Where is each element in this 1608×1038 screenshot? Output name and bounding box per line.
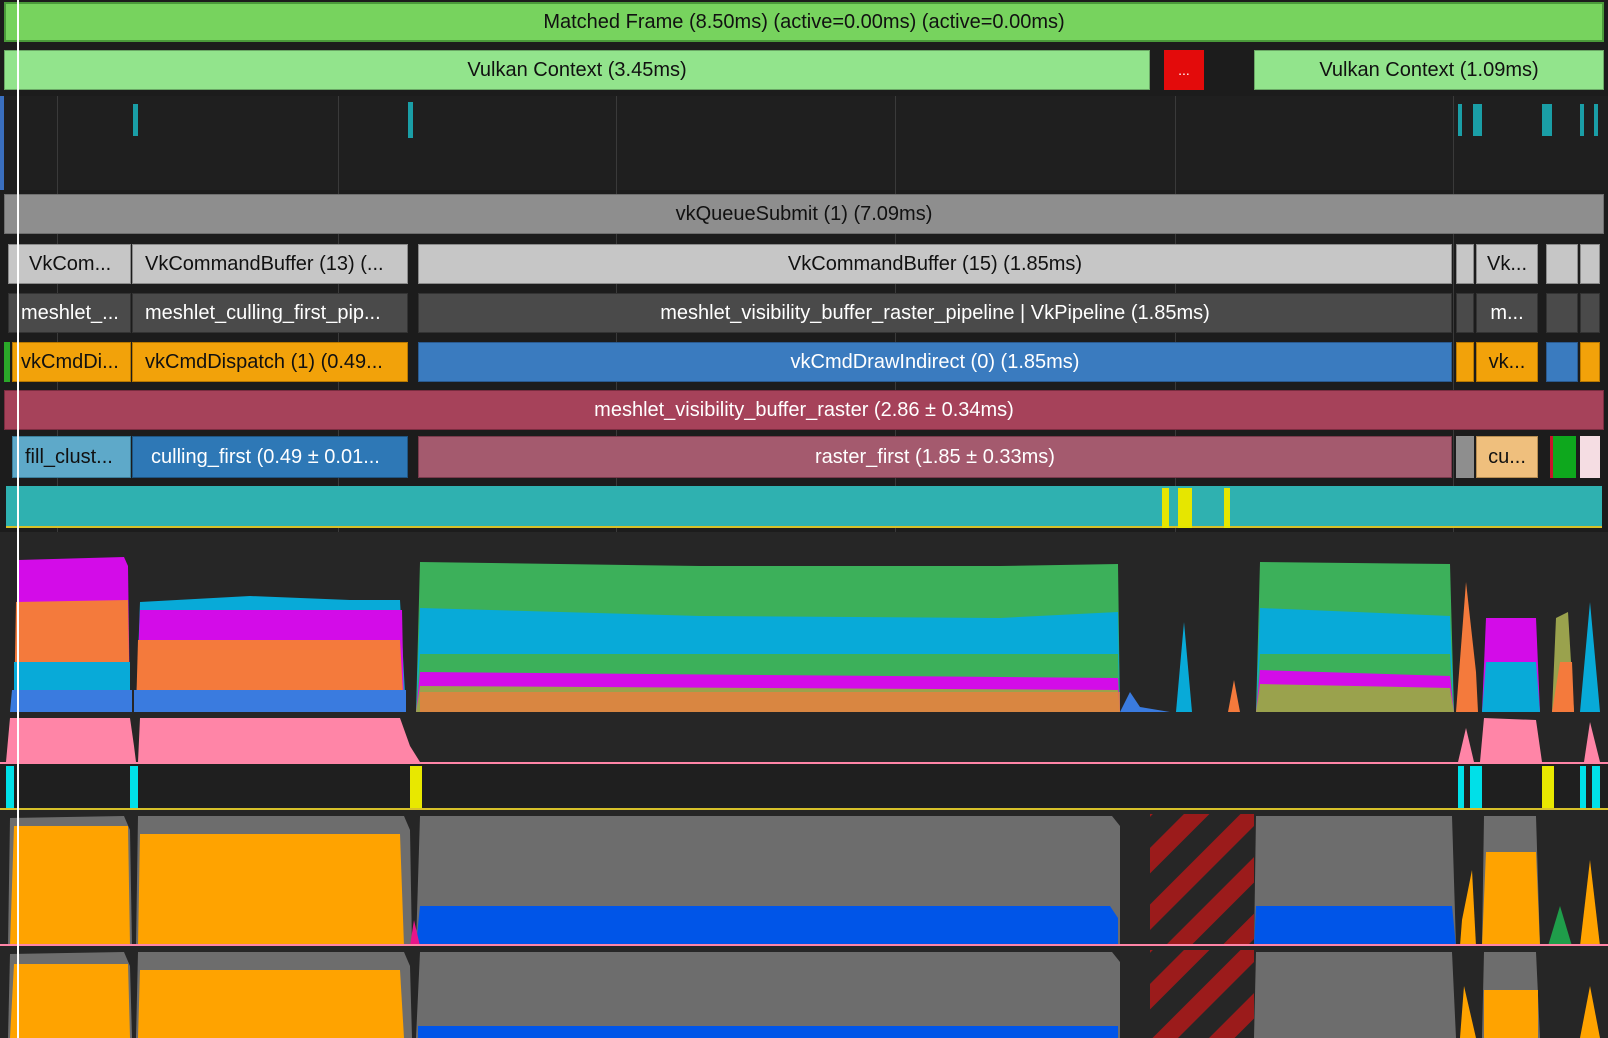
- collapsed-label: ...: [1178, 62, 1190, 78]
- pass-label-3: raster_first (1.85 ± 0.33ms): [815, 445, 1055, 468]
- command-label-2: vkCmdDispatch (1) (0.49...: [145, 350, 383, 373]
- command-buffer-bar-2[interactable]: VkCommandBuffer (13) (...: [132, 244, 408, 284]
- command-buffer-label-2: VkCommandBuffer (13) (...: [145, 252, 384, 275]
- pipeline-bar-small[interactable]: [1456, 293, 1474, 333]
- pipeline-bar-1[interactable]: meshlet_...: [8, 293, 131, 333]
- command-label-3: vkCmdDrawIndirect (0) (1.85ms): [790, 350, 1080, 373]
- pass-bar-2[interactable]: culling_first (0.49 ± 0.01...: [132, 436, 408, 478]
- pipeline-bar-3[interactable]: meshlet_visibility_buffer_raster_pipelin…: [418, 293, 1452, 333]
- occupancy-track-pink: [0, 716, 1608, 764]
- vulkan-context-label-1: Vulkan Context (3.45ms): [467, 58, 687, 81]
- utilization-track-2: [0, 946, 1608, 1038]
- command-bar-2[interactable]: vkCmdDispatch (1) (0.49...: [132, 342, 408, 382]
- pass-bar-pink-small[interactable]: [1580, 436, 1600, 478]
- pass-bar-grey-small[interactable]: [1456, 436, 1474, 478]
- pass-bar-3[interactable]: raster_first (1.85 ± 0.33ms): [418, 436, 1452, 478]
- pipeline-label-3: meshlet_visibility_buffer_raster_pipelin…: [660, 301, 1210, 324]
- pass-bar-1[interactable]: fill_clust...: [12, 436, 131, 478]
- command-buffer-label-5: Vk...: [1486, 252, 1527, 275]
- matched-frame-bar[interactable]: Matched Frame (8.50ms) (active=0.00ms) (…: [4, 2, 1604, 42]
- vulkan-context-label-2: Vulkan Context (1.09ms): [1319, 58, 1539, 81]
- command-buffer-bar-1[interactable]: VkCom...: [8, 244, 131, 284]
- command-buffer-bar-4[interactable]: [1456, 244, 1474, 284]
- command-buffer-bar-3[interactable]: VkCommandBuffer (15) (1.85ms): [418, 244, 1452, 284]
- command-buffer-label-1: VkCom...: [29, 252, 112, 275]
- pipeline-label-4: m...: [1490, 301, 1524, 324]
- pass-label-2: culling_first (0.49 ± 0.01...: [151, 445, 380, 468]
- pass-bar-4[interactable]: cu...: [1476, 436, 1538, 478]
- command-bar-small[interactable]: [1456, 342, 1474, 382]
- activity-track-teal: [6, 486, 1602, 528]
- vulkan-context-bar-1[interactable]: Vulkan Context (3.45ms): [4, 50, 1150, 90]
- command-buffer-bar-7[interactable]: [1580, 244, 1600, 284]
- command-bar-blue-small[interactable]: [1546, 342, 1578, 382]
- pass-label-4: cu...: [1488, 445, 1526, 468]
- pipeline-bar-small-2[interactable]: [1546, 293, 1578, 333]
- command-bar-4[interactable]: vk...: [1476, 342, 1538, 382]
- pipeline-bar-4[interactable]: m...: [1476, 293, 1538, 333]
- gpu-counter-stack-chart: [0, 532, 1608, 716]
- command-label-4: vk...: [1488, 350, 1526, 373]
- pipeline-bar-small-3[interactable]: [1580, 293, 1600, 333]
- event-markers: [0, 96, 1598, 190]
- command-bar-orange-small[interactable]: [1580, 342, 1600, 382]
- time-cursor[interactable]: [17, 0, 19, 1038]
- vulkan-context-bar-2[interactable]: Vulkan Context (1.09ms): [1254, 50, 1604, 90]
- command-bar-1[interactable]: vkCmdDi...: [12, 342, 131, 382]
- command-buffer-bar-5[interactable]: Vk...: [1476, 244, 1538, 284]
- matched-frame-label: Matched Frame (8.50ms) (active=0.00ms) (…: [543, 10, 1065, 33]
- queue-submit-bar[interactable]: vkQueueSubmit (1) (7.09ms): [4, 194, 1604, 234]
- command-buffer-bar-6[interactable]: [1546, 244, 1578, 284]
- raster-group-bar[interactable]: meshlet_visibility_buffer_raster (2.86 ±…: [4, 390, 1604, 430]
- marker-track: [0, 764, 1608, 810]
- pass-bar-green-small[interactable]: [1550, 436, 1576, 478]
- command-label-1: vkCmdDi...: [21, 350, 119, 373]
- vulkan-context-collapsed[interactable]: ...: [1164, 50, 1204, 90]
- pipeline-label-1: meshlet_...: [21, 301, 119, 324]
- raster-group-label: meshlet_visibility_buffer_raster (2.86 ±…: [594, 398, 1014, 421]
- command-bar-green-sliver[interactable]: [4, 342, 10, 382]
- pipeline-bar-2[interactable]: meshlet_culling_first_pip...: [132, 293, 408, 333]
- queue-submit-label: vkQueueSubmit (1) (7.09ms): [675, 202, 933, 225]
- command-buffer-label-3: VkCommandBuffer (15) (1.85ms): [787, 252, 1083, 275]
- command-bar-3[interactable]: vkCmdDrawIndirect (0) (1.85ms): [418, 342, 1452, 382]
- pipeline-label-2: meshlet_culling_first_pip...: [145, 301, 381, 324]
- utilization-track-1: [0, 810, 1608, 946]
- pass-label-1: fill_clust...: [25, 445, 113, 468]
